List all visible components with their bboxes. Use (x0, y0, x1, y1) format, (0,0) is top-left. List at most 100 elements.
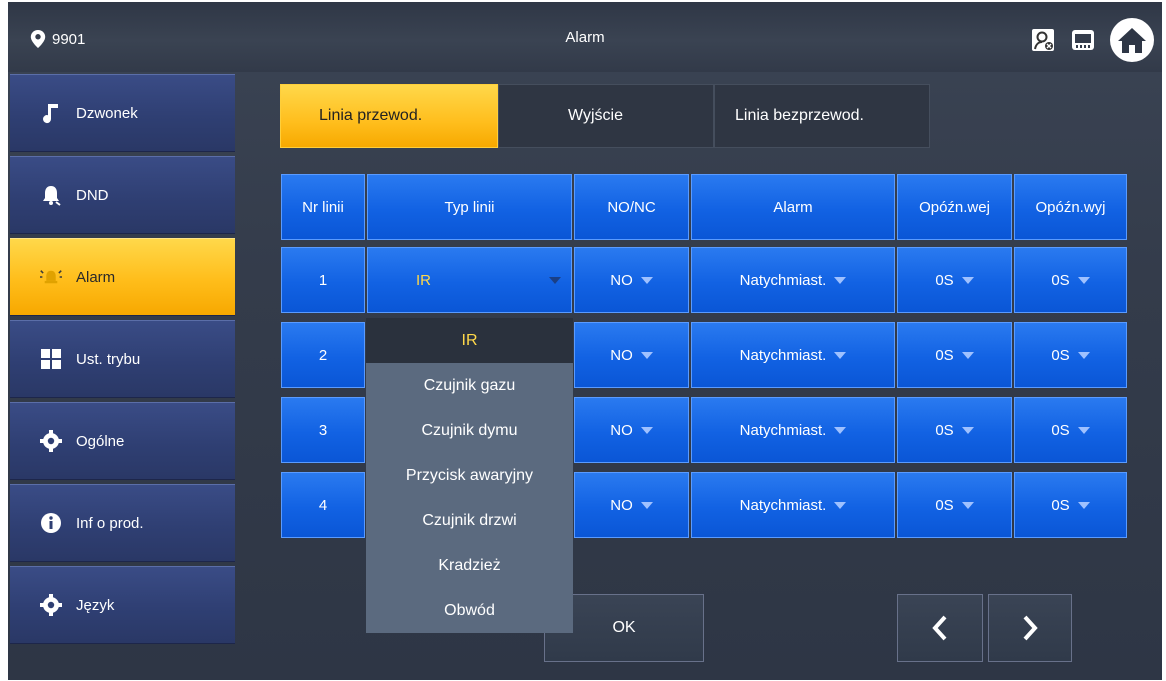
chevron-right-icon (1023, 615, 1038, 641)
chevron-down-icon (1077, 351, 1090, 359)
sd-card-icon[interactable] (1070, 27, 1096, 53)
delay-out-value: 0S (1051, 421, 1070, 439)
gear-icon (40, 430, 62, 452)
tab-linia-bezprzewod[interactable]: Linia bezprzewod. (714, 84, 930, 148)
chevron-down-icon (640, 426, 653, 434)
chevron-down-icon (640, 501, 653, 509)
nonc-select[interactable]: NO (574, 322, 689, 388)
tab-wyjscie[interactable]: Wyjście (498, 84, 714, 148)
delay-out-value: 0S (1051, 271, 1070, 289)
info-icon (40, 512, 62, 534)
delay-out-select[interactable]: 0S (1014, 247, 1127, 313)
nonc-value: NO (610, 421, 633, 439)
delay-in-value: 0S (935, 271, 954, 289)
music-note-icon (40, 102, 62, 124)
line-number-cell: 1 (281, 247, 365, 313)
chevron-down-icon (834, 276, 847, 284)
next-page-button[interactable] (988, 594, 1072, 662)
delay-in-value: 0S (935, 421, 954, 439)
line-type-select[interactable]: IR (367, 247, 572, 313)
column-header-opozn-wyj: Opóźn.wyj (1014, 174, 1127, 240)
sidebar-item-inf-o-prod[interactable]: Inf o prod. (10, 484, 235, 562)
sidebar-item-label: DND (76, 186, 109, 204)
home-icon (1118, 28, 1146, 53)
nonc-value: NO (610, 496, 633, 514)
nonc-value: NO (610, 271, 633, 289)
chevron-down-icon (961, 501, 974, 509)
sidebar-item-alarm[interactable]: Alarm (10, 238, 235, 316)
delay-out-select[interactable]: 0S (1014, 397, 1127, 463)
delay-out-value: 0S (1051, 346, 1070, 364)
column-header-typ-linii: Typ linii (367, 174, 572, 240)
dropdown-option[interactable]: IR (366, 318, 573, 363)
dropdown-option[interactable]: Obwód (366, 588, 573, 633)
delay-in-select[interactable]: 0S (897, 472, 1012, 538)
chevron-down-icon (834, 426, 847, 434)
alarm-value: Natychmiast. (739, 346, 827, 364)
alarm-select[interactable]: Natychmiast. (691, 247, 895, 313)
sidebar-item-ust-trybu[interactable]: Ust. trybu (10, 320, 235, 398)
delay-in-value: 0S (935, 346, 954, 364)
delay-out-select[interactable]: 0S (1014, 472, 1127, 538)
sidebar-item-label: Dzwonek (76, 104, 138, 122)
sidebar-item-jezyk[interactable]: Język (10, 566, 235, 644)
alarm-select[interactable]: Natychmiast. (691, 322, 895, 388)
alarm-icon (40, 266, 62, 288)
delay-out-select[interactable]: 0S (1014, 322, 1127, 388)
bell-icon (40, 184, 62, 206)
tab-label: Linia bezprzewod. (735, 107, 864, 124)
nonc-select[interactable]: NO (574, 247, 689, 313)
gear-icon (40, 594, 62, 616)
dropdown-option[interactable]: Kradzież (366, 543, 573, 588)
chevron-down-icon (1077, 426, 1090, 434)
dropdown-option[interactable]: Przycisk awaryjny (366, 453, 573, 498)
sidebar-item-ogolne[interactable]: Ogólne (10, 402, 235, 480)
tab-label: Wyjście (568, 107, 623, 124)
delay-out-value: 0S (1051, 496, 1070, 514)
delay-in-value: 0S (935, 496, 954, 514)
chevron-down-icon (1077, 276, 1090, 284)
chevron-left-icon (932, 615, 947, 641)
chevron-down-icon (834, 351, 847, 359)
home-button[interactable] (1110, 18, 1154, 62)
sidebar-item-label: Ogólne (76, 432, 125, 450)
column-header-opozn-wej: Opóźn.wej (897, 174, 1012, 240)
chevron-down-icon (834, 501, 847, 509)
column-header-no-nc: NO/NC (574, 174, 689, 240)
sidebar-item-label: Ust. trybu (76, 350, 141, 368)
chevron-down-icon (961, 351, 974, 359)
sidebar-item-dzwonek[interactable]: Dzwonek (10, 74, 235, 152)
previous-page-button[interactable] (897, 594, 983, 662)
line-number-cell: 3 (281, 397, 365, 463)
delay-in-select[interactable]: 0S (897, 247, 1012, 313)
chevron-down-icon (640, 351, 653, 359)
line-type-value: IR (416, 271, 431, 289)
delay-in-select[interactable]: 0S (897, 322, 1012, 388)
chevron-down-icon (1077, 501, 1090, 509)
tab-label: Linia przewod. (319, 107, 423, 124)
dropdown-option[interactable]: Czujnik gazu (366, 363, 573, 408)
chevron-down-icon (961, 276, 974, 284)
dropdown-option[interactable]: Czujnik dymu (366, 408, 573, 453)
chevron-down-icon (961, 426, 974, 434)
delay-in-select[interactable]: 0S (897, 397, 1012, 463)
line-number-cell: 2 (281, 322, 365, 388)
app-window: 9901 Alarm Dzwonek DND Alarm Ust. trybu … (8, 2, 1162, 680)
top-bar: 9901 Alarm (8, 2, 1162, 72)
alarm-value: Natychmiast. (739, 496, 827, 514)
page-title: Alarm (565, 29, 605, 46)
alarm-value: Natychmiast. (739, 271, 827, 289)
nonc-value: NO (610, 346, 633, 364)
nonc-select[interactable]: NO (574, 397, 689, 463)
nonc-select[interactable]: NO (574, 472, 689, 538)
alarm-select[interactable]: Natychmiast. (691, 472, 895, 538)
chevron-down-icon (640, 276, 653, 284)
dropdown-option[interactable]: Czujnik drzwi (366, 498, 573, 543)
sidebar-item-dnd[interactable]: DND (10, 156, 235, 234)
user-monitor-icon[interactable] (1030, 27, 1056, 53)
alarm-select[interactable]: Natychmiast. (691, 397, 895, 463)
line-number-cell: 4 (281, 472, 365, 538)
alarm-value: Natychmiast. (739, 421, 827, 439)
tab-linia-przewod[interactable]: Linia przewod. (280, 84, 498, 148)
chevron-down-icon (549, 276, 561, 284)
